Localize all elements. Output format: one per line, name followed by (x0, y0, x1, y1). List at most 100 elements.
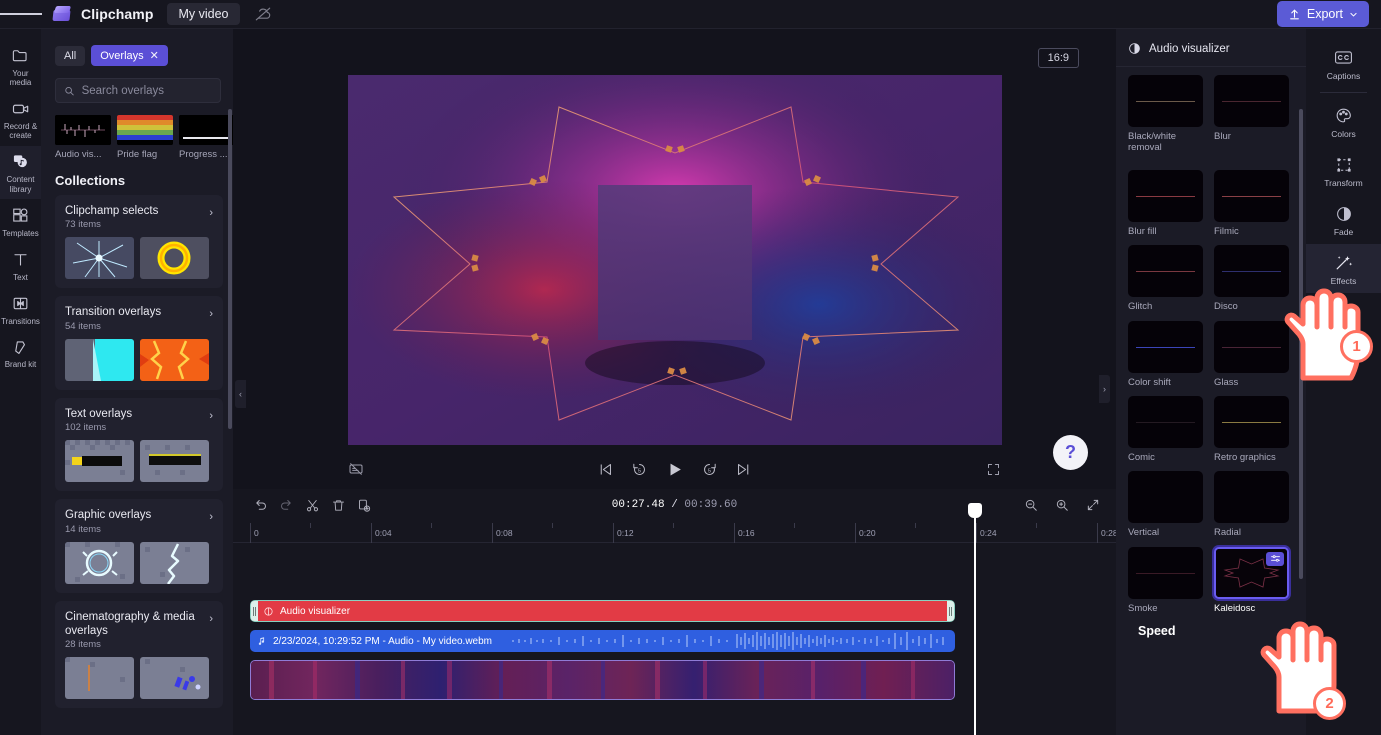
quick-item-label: Audio vis... (55, 149, 102, 160)
help-button[interactable]: ? (1053, 435, 1088, 470)
effect-tile-blur-fill[interactable]: Blur fill (1128, 169, 1203, 237)
quick-item-progress-bar[interactable]: Progress ... (179, 115, 233, 160)
forward-5s-icon[interactable]: 5 (701, 461, 718, 478)
palette-icon (1306, 105, 1381, 126)
collection-thumb[interactable] (140, 541, 209, 584)
duplicate-button[interactable] (351, 492, 377, 518)
close-icon[interactable]: ✕ (150, 49, 159, 62)
video-preview-canvas[interactable] (348, 75, 1002, 445)
fit-to-screen-icon[interactable] (1080, 492, 1106, 518)
filter-chip-all[interactable]: All (55, 45, 86, 66)
sidebar-item-transitions[interactable]: Transitions (0, 287, 41, 331)
visualizer-icon (264, 606, 273, 616)
skip-to-start-icon[interactable] (597, 461, 614, 478)
collection-thumb[interactable] (65, 657, 134, 700)
chevron-right-icon[interactable]: › (209, 511, 213, 523)
collection-thumb[interactable] (65, 541, 134, 584)
chevron-right-icon[interactable]: › (209, 410, 213, 422)
zoom-out-icon[interactable] (1018, 492, 1044, 518)
collection-thumb[interactable] (140, 657, 209, 700)
search-input[interactable] (81, 84, 212, 97)
filter-chip-overlays[interactable]: Overlays ✕ (91, 45, 168, 66)
split-button[interactable] (299, 492, 325, 518)
tab-effects[interactable]: Effects (1306, 244, 1381, 293)
collection-thumb[interactable] (65, 338, 134, 381)
hamburger-icon[interactable] (0, 0, 42, 29)
effect-tile-vertical[interactable]: Vertical (1128, 471, 1203, 538)
skip-to-end-icon[interactable] (735, 461, 752, 478)
sidebar-item-text[interactable]: Text (0, 243, 41, 287)
effect-label: Kaleidosc (1214, 602, 1256, 614)
search-overlays-box[interactable] (55, 78, 221, 103)
collection-graphic-overlays[interactable]: Graphic overlays 14 items › (55, 499, 223, 593)
chevron-right-icon[interactable]: › (209, 613, 213, 625)
redo-button[interactable] (273, 492, 299, 518)
collection-thumb[interactable] (65, 440, 134, 483)
export-label: Export (1306, 7, 1343, 21)
collection-clipchamp-selects[interactable]: Clipchamp selects 73 items › (55, 195, 223, 289)
sidebar-item-your-media[interactable]: Your media (0, 39, 41, 92)
clip-video-track[interactable] (250, 660, 955, 700)
zoom-in-icon[interactable] (1049, 492, 1075, 518)
undo-button[interactable] (247, 492, 273, 518)
cloud-off-icon[interactable] (253, 4, 273, 24)
tab-transform[interactable]: Transform (1306, 146, 1381, 195)
sidebar-item-brand-kit[interactable]: Brand kit (0, 331, 41, 375)
clip-audio-track[interactable]: 2/23/2024, 10:29:52 PM - Audio - My vide… (250, 630, 955, 652)
effect-tile-glass[interactable]: Glass (1214, 320, 1289, 388)
clip-audio-visualizer[interactable]: Audio visualizer (250, 600, 955, 622)
project-name-chip[interactable]: My video (167, 3, 240, 25)
sidebar-item-content-library[interactable]: Content library (0, 145, 41, 200)
fullscreen-icon[interactable] (986, 462, 1001, 477)
effect-tile-blur[interactable]: Blur (1214, 75, 1289, 154)
clip-trim-handle-left[interactable] (251, 601, 258, 621)
effect-tile-kaleidoscope[interactable]: Kaleidosc (1214, 546, 1289, 614)
collection-thumb[interactable] (140, 237, 209, 280)
collection-cinematography-media-overlays[interactable]: Cinematography & media overlays 28 items… (55, 600, 223, 709)
expand-effects-panel-button[interactable]: › (1099, 375, 1110, 403)
effect-tile-disco[interactable]: Disco (1214, 245, 1289, 312)
adjust-icon[interactable] (1266, 551, 1284, 566)
effects-scrollbar[interactable] (1299, 109, 1303, 579)
effect-label: Retro graphics (1214, 451, 1276, 463)
quick-item-pride-flag[interactable]: Pride flag (117, 115, 173, 160)
chevron-right-icon[interactable]: › (209, 207, 213, 219)
collection-thumb[interactable] (140, 338, 209, 381)
chevron-right-icon[interactable]: › (209, 308, 213, 320)
effect-tile-retro-graphics[interactable]: Retro graphics (1214, 395, 1289, 463)
delete-button[interactable] (325, 492, 351, 518)
tab-colors[interactable]: Colors (1306, 97, 1381, 146)
rail-divider (1320, 92, 1367, 93)
collection-count: 14 items (65, 523, 101, 535)
library-scrollbar[interactable] (228, 109, 232, 429)
effect-tile-glitch[interactable]: Glitch (1128, 245, 1203, 312)
effect-tile-filmic[interactable]: Filmic (1214, 169, 1289, 237)
effect-tile-comic[interactable]: Comic (1128, 395, 1203, 463)
sidebar-item-templates[interactable]: Templates (0, 199, 41, 243)
export-button[interactable]: Export (1276, 1, 1369, 27)
effect-tile-smoke[interactable]: Smoke (1128, 546, 1203, 614)
tab-captions[interactable]: Captions (1306, 39, 1381, 88)
clip-trim-handle-right[interactable] (947, 601, 954, 621)
tab-fade[interactable]: Fade (1306, 195, 1381, 244)
rewind-5s-icon[interactable]: 5 (631, 461, 648, 478)
collection-text-overlays[interactable]: Text overlays 102 items › (55, 397, 223, 492)
collection-count: 54 items (65, 320, 101, 332)
ruler-label: 0:12 (617, 528, 634, 538)
effect-tile-radial[interactable]: Radial (1214, 471, 1289, 538)
effect-label: Smoke (1128, 602, 1158, 614)
quick-item-audio-visualizer[interactable]: Audio vis... (55, 115, 111, 160)
collection-transition-overlays[interactable]: Transition overlays 54 items › (55, 296, 223, 390)
timeline-playhead[interactable] (968, 503, 982, 735)
timeline-ruler[interactable]: 0 0:04 0:08 0:12 0:16 0:20 0:24 0:28 0:3… (233, 523, 1360, 543)
collection-thumb[interactable] (65, 237, 134, 280)
aspect-ratio-button[interactable]: 16:9 (1037, 48, 1079, 68)
collapse-library-button[interactable]: ‹ (235, 380, 246, 408)
search-icon (65, 86, 74, 95)
play-button[interactable] (665, 460, 684, 479)
collection-thumb[interactable] (140, 440, 209, 483)
effect-tile-black-white-removal[interactable]: Black/white removal (1128, 75, 1203, 154)
magic-wand-icon (1306, 252, 1381, 273)
sidebar-item-record-create[interactable]: Record & create (0, 92, 41, 145)
effect-tile-color-shift[interactable]: Color shift (1128, 320, 1203, 388)
